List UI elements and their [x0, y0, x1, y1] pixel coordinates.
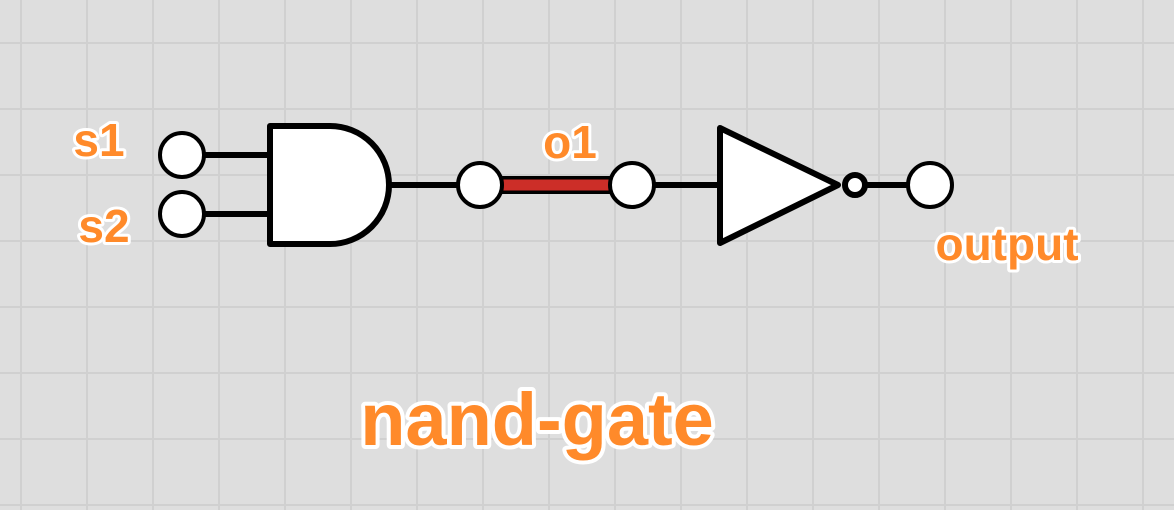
diagram-title: nand-gate — [360, 378, 714, 461]
and-gate-icon[interactable] — [267, 123, 392, 247]
not-gate-icon[interactable] — [717, 125, 841, 246]
inversion-bubble-icon — [842, 172, 868, 198]
circuit-diagram: s1 s2 o1 output nand-gate — [70, 111, 1081, 465]
output-label: output — [935, 218, 1078, 270]
input-port-s2[interactable] — [158, 190, 206, 238]
wire-port-o1-end[interactable] — [608, 161, 656, 209]
input-port-s1[interactable] — [158, 131, 206, 179]
input-label-s2: s2 — [78, 200, 129, 252]
input-label-s1: s1 — [73, 114, 124, 166]
wire-port-o1-start[interactable] — [456, 161, 504, 209]
output-port[interactable] — [906, 161, 954, 209]
wire-label-o1: o1 — [543, 116, 597, 168]
